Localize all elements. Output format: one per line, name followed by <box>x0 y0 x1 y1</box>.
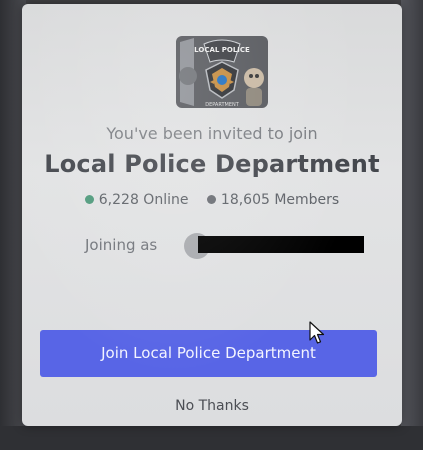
members-stat: 18,605 Members <box>206 192 340 208</box>
server-name: Local Police Department <box>44 150 380 178</box>
invite-heading: You've been invited to join <box>106 124 318 143</box>
joining-as-label: Joining as <box>85 236 158 254</box>
invite-modal: LOCAL POLICE DEPARTMENT You've been invi… <box>22 4 402 426</box>
mouse-pointer-icon <box>309 321 325 344</box>
badge-text-bottom: DEPARTMENT <box>205 102 240 108</box>
online-dot-icon <box>84 195 94 204</box>
redacted-username <box>198 236 364 253</box>
member-count: 18,605 Members <box>220 192 340 208</box>
police-badge-icon: LOCAL POLICE DEPARTMENT <box>176 36 268 108</box>
join-server-button[interactable]: Join Local Police Department <box>40 330 377 377</box>
badge-text-top: LOCAL POLICE <box>194 46 250 54</box>
server-stats: 6,228 Online 18,605 Members <box>22 192 402 208</box>
background-right <box>401 0 423 450</box>
online-count: 6,228 Online <box>98 192 189 208</box>
members-dot-icon <box>206 195 216 204</box>
no-thanks-button[interactable]: No Thanks <box>22 398 402 414</box>
background-bottom <box>0 426 423 450</box>
online-stat: 6,228 Online <box>84 192 189 208</box>
